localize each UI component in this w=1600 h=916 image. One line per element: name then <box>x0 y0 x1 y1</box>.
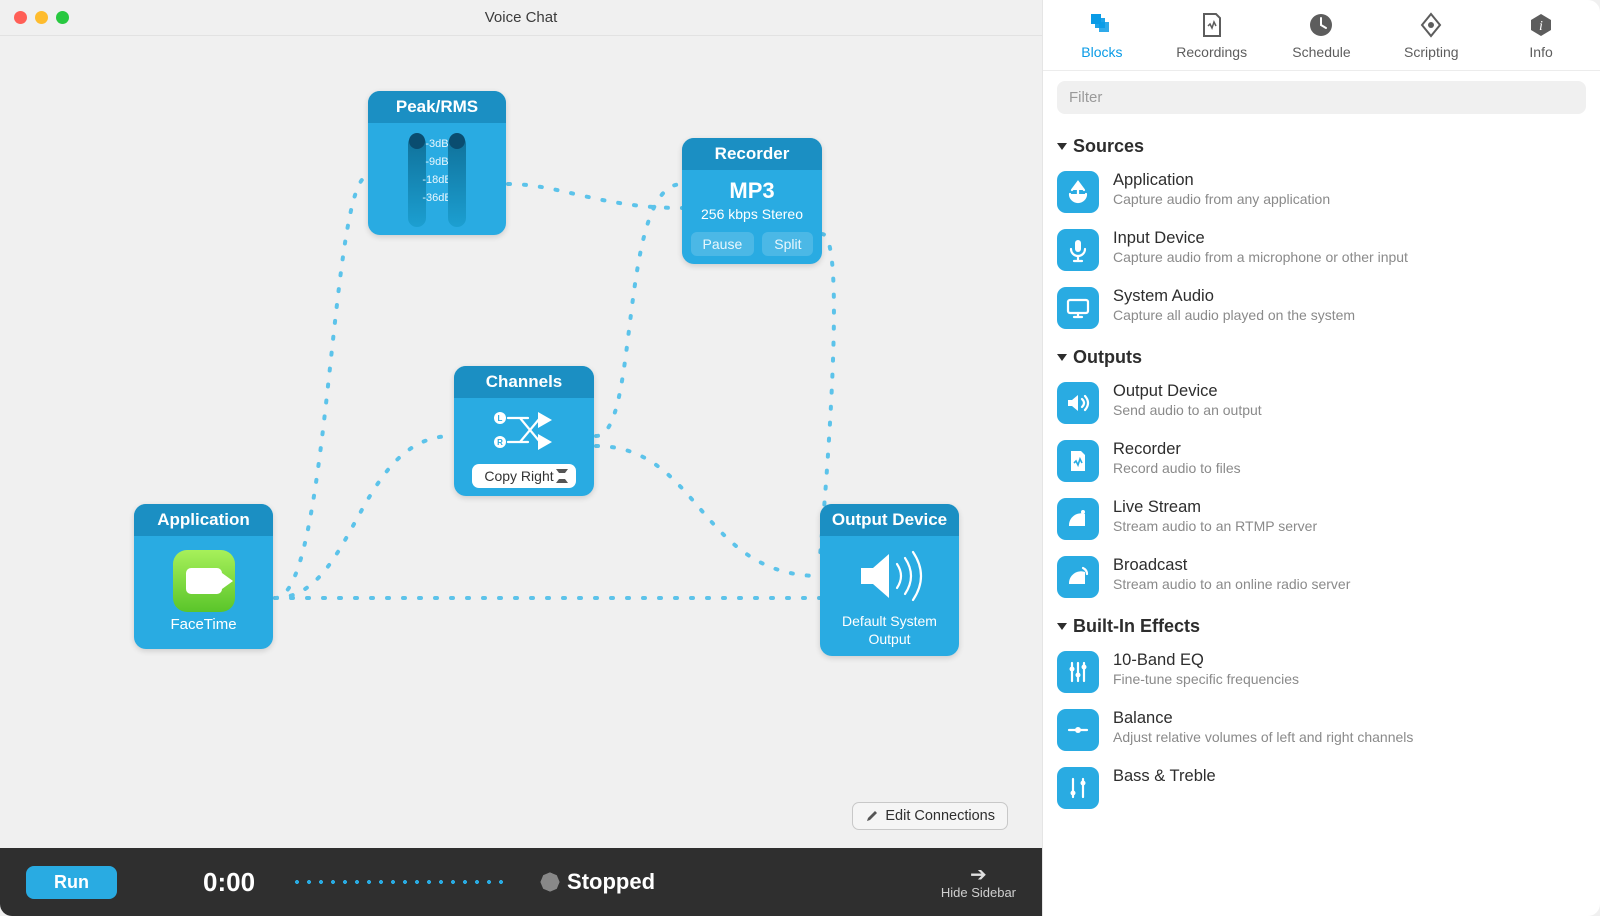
file-icon <box>1057 440 1099 482</box>
elapsed-time: 0:00 <box>203 867 255 898</box>
pencil-icon <box>865 809 879 823</box>
item-balance[interactable]: Balance Adjust relative volumes of left … <box>1043 701 1600 759</box>
minimize-window-button[interactable] <box>35 11 48 24</box>
block-title: Channels <box>454 366 594 398</box>
block-peak-rms[interactable]: Peak/RMS -3dB -9dB -18dB -36dB <box>368 91 506 235</box>
satellite-icon <box>1057 498 1099 540</box>
close-window-button[interactable] <box>14 11 27 24</box>
item-broadcast[interactable]: Broadcast Stream audio to an online radi… <box>1043 548 1600 606</box>
item-output-device[interactable]: Output Device Send audio to an output <box>1043 374 1600 432</box>
item-bass-treble[interactable]: Bass & Treble <box>1043 759 1600 817</box>
chevron-down-icon <box>1057 623 1067 630</box>
item-desc: Stream audio to an RTMP server <box>1113 518 1317 534</box>
balance-icon <box>1057 709 1099 751</box>
item-recorder[interactable]: Recorder Record audio to files <box>1043 432 1600 490</box>
item-desc: Stream audio to an online radio server <box>1113 576 1350 592</box>
bottom-bar: Run 0:00 Stopped ➔ Hide Sidebar <box>0 848 1042 916</box>
tab-schedule[interactable]: Schedule <box>1279 10 1363 60</box>
item-desc: Fine-tune specific frequencies <box>1113 671 1299 687</box>
channels-mode-select[interactable]: Copy Right <box>472 464 575 488</box>
output-device-name: Default System Output <box>830 612 949 648</box>
item-title: 10-Band EQ <box>1113 651 1299 670</box>
item-title: Live Stream <box>1113 498 1317 517</box>
recordings-icon <box>1170 10 1254 40</box>
hide-sidebar-icon: ➔ <box>941 865 1016 885</box>
block-channels[interactable]: Channels L R Copy Right <box>454 366 594 496</box>
item-live-stream[interactable]: Live Stream Stream audio to an RTMP serv… <box>1043 490 1600 548</box>
item-title: Application <box>1113 171 1330 190</box>
block-application[interactable]: Application FaceTime <box>134 504 273 649</box>
recorder-pause-button[interactable]: Pause <box>691 232 755 256</box>
speaker-icon <box>855 548 925 604</box>
canvas[interactable]: Peak/RMS -3dB -9dB -18dB -36dB Recorder … <box>0 36 1042 848</box>
schedule-icon <box>1279 10 1363 40</box>
item-application[interactable]: Application Capture audio from any appli… <box>1043 163 1600 221</box>
item-title: Input Device <box>1113 229 1408 248</box>
window-title: Voice Chat <box>0 9 1042 26</box>
item-desc: Capture all audio played on the system <box>1113 307 1355 323</box>
item-title: Bass & Treble <box>1113 767 1216 786</box>
bass-treble-icon <box>1057 767 1099 809</box>
progress-track <box>291 880 505 884</box>
block-title: Application <box>134 504 273 536</box>
item-desc: Send audio to an output <box>1113 402 1262 418</box>
hide-sidebar-button[interactable]: ➔ Hide Sidebar <box>941 865 1016 900</box>
filter-input[interactable] <box>1057 81 1586 114</box>
chevron-down-icon <box>1057 354 1067 361</box>
titlebar: Voice Chat <box>0 0 1042 36</box>
item-title: System Audio <box>1113 287 1355 306</box>
svg-text:i: i <box>1539 19 1543 34</box>
item-10band-eq[interactable]: 10-Band EQ Fine-tune specific frequencie… <box>1043 643 1600 701</box>
run-button[interactable]: Run <box>26 866 117 899</box>
section-effects[interactable]: Built-In Effects <box>1043 606 1600 643</box>
stop-icon <box>538 870 562 894</box>
meter-bar-right <box>448 135 466 227</box>
block-title: Peak/RMS <box>368 91 506 123</box>
facetime-icon <box>173 550 235 612</box>
info-icon: i <box>1499 10 1583 40</box>
channels-icon: L R <box>492 406 556 454</box>
application-name: FaceTime <box>144 616 263 641</box>
block-output-device[interactable]: Output Device Default System Output <box>820 504 959 656</box>
block-title: Output Device <box>820 504 959 536</box>
item-desc: Adjust relative volumes of left and righ… <box>1113 729 1413 745</box>
broadcast-icon <box>1057 556 1099 598</box>
item-desc: Capture audio from any application <box>1113 191 1330 207</box>
block-recorder[interactable]: Recorder MP3 256 kbps Stereo Pause Split <box>682 138 822 264</box>
item-title: Recorder <box>1113 440 1241 459</box>
item-title: Output Device <box>1113 382 1262 401</box>
item-desc: Capture audio from a microphone or other… <box>1113 249 1408 265</box>
tab-recordings[interactable]: Recordings <box>1170 10 1254 60</box>
tab-scripting[interactable]: Scripting <box>1389 10 1473 60</box>
scripting-icon <box>1389 10 1473 40</box>
blocks-icon <box>1060 10 1144 40</box>
svg-text:R: R <box>497 438 503 447</box>
block-title: Recorder <box>682 138 822 170</box>
svg-text:L: L <box>498 414 503 423</box>
recorder-rate: 256 kbps Stereo <box>692 206 812 222</box>
item-desc: Record audio to files <box>1113 460 1241 476</box>
recorder-format: MP3 <box>692 178 812 204</box>
tab-info[interactable]: i Info <box>1499 10 1583 60</box>
item-input-device[interactable]: Input Device Capture audio from a microp… <box>1043 221 1600 279</box>
monitor-icon <box>1057 287 1099 329</box>
section-outputs[interactable]: Outputs <box>1043 337 1600 374</box>
zoom-window-button[interactable] <box>56 11 69 24</box>
chevron-down-icon <box>1057 143 1067 150</box>
microphone-icon <box>1057 229 1099 271</box>
status: Stopped <box>541 869 655 895</box>
recorder-split-button[interactable]: Split <box>762 232 813 256</box>
section-sources[interactable]: Sources <box>1043 126 1600 163</box>
speaker-icon <box>1057 382 1099 424</box>
edit-connections-button[interactable]: Edit Connections <box>852 802 1008 830</box>
item-title: Balance <box>1113 709 1413 728</box>
sidebar: Blocks Recordings Schedule Scripting <box>1042 0 1600 916</box>
tab-blocks[interactable]: Blocks <box>1060 10 1144 60</box>
item-system-audio[interactable]: System Audio Capture all audio played on… <box>1043 279 1600 337</box>
application-icon <box>1057 171 1099 213</box>
item-title: Broadcast <box>1113 556 1350 575</box>
eq-icon <box>1057 651 1099 693</box>
